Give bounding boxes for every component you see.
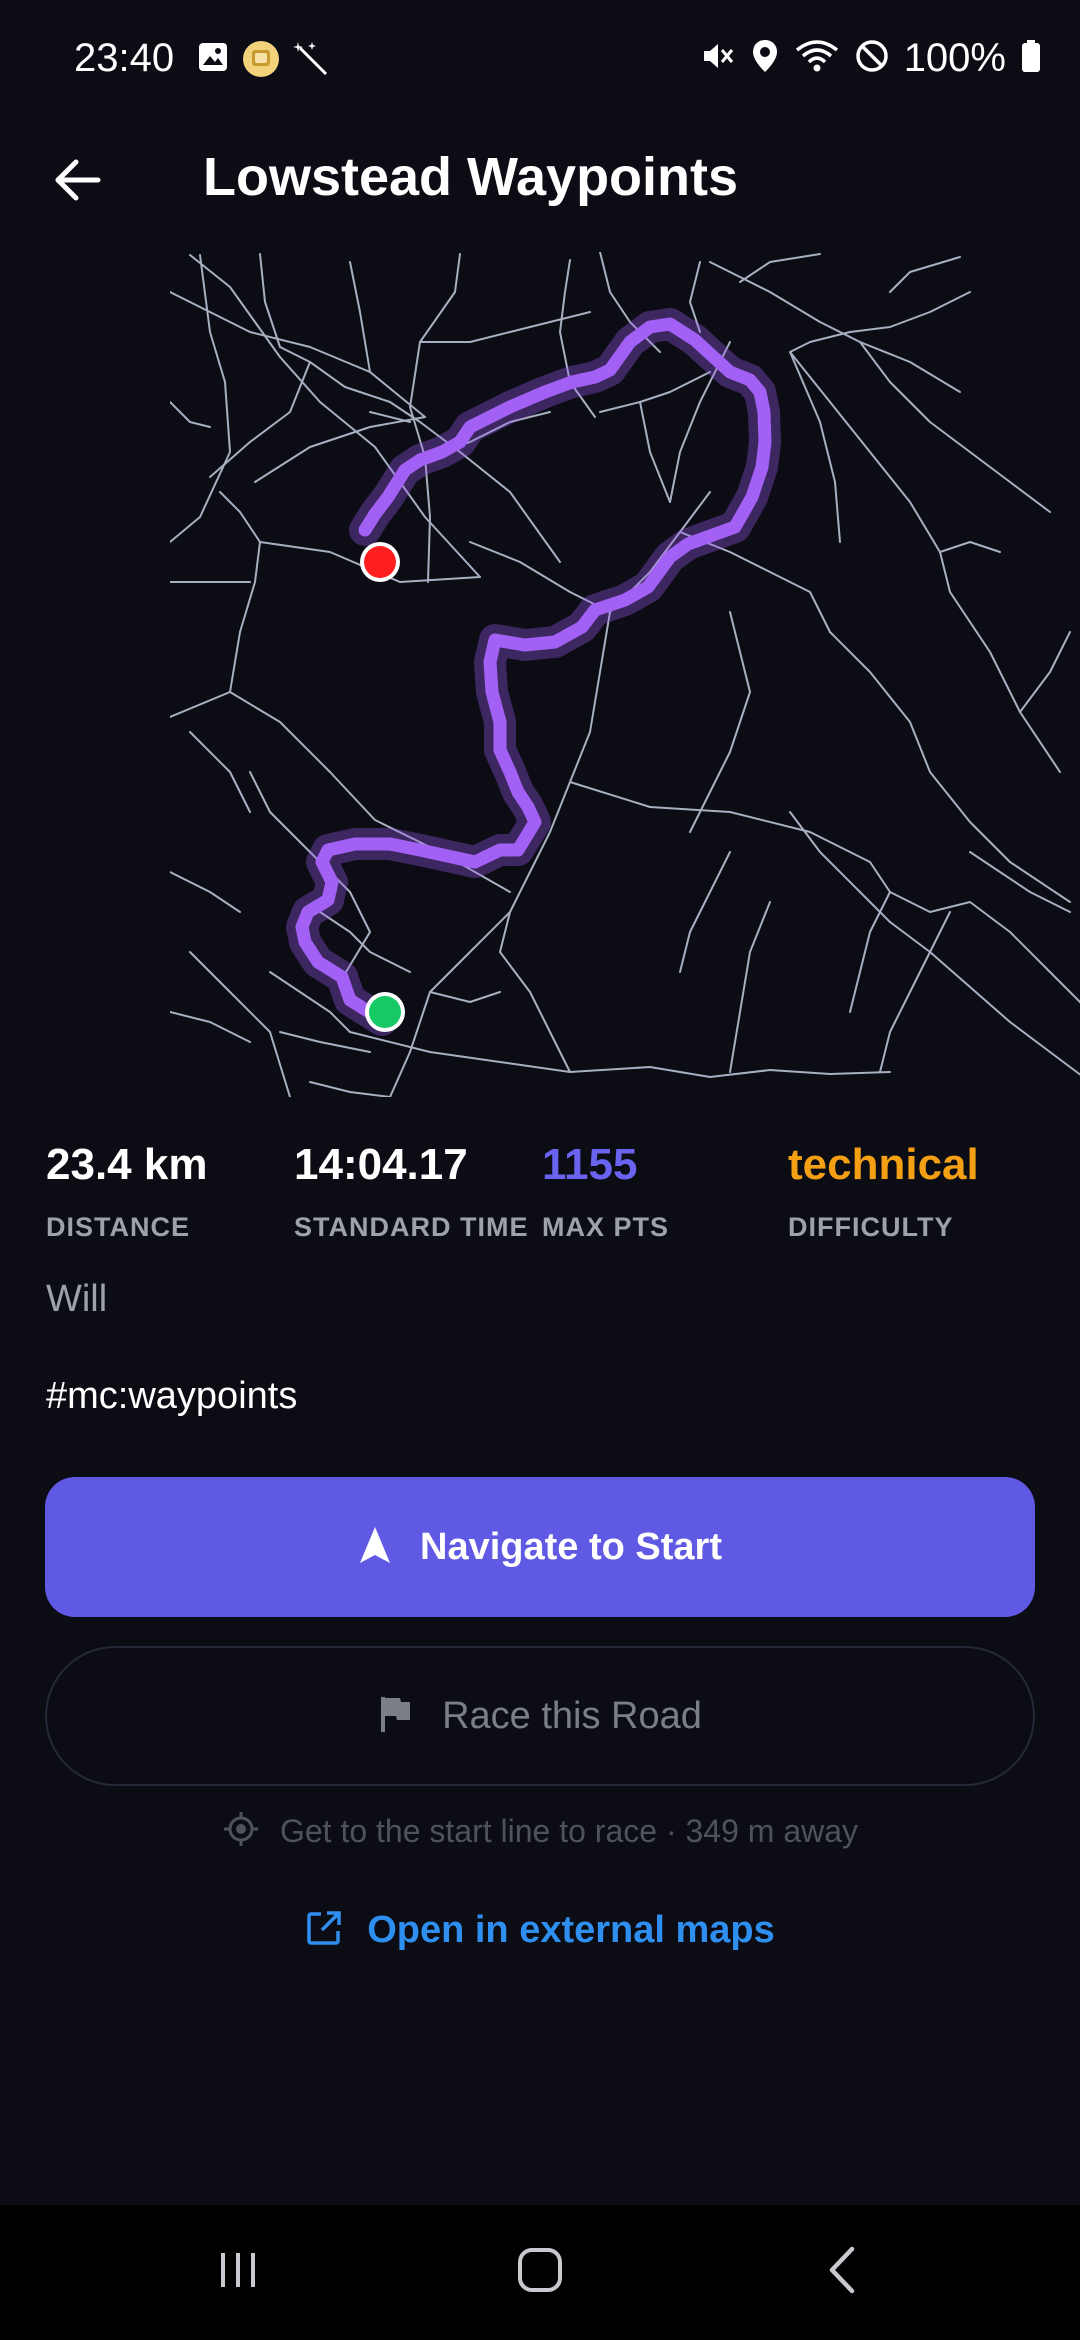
author-name: Will: [46, 1278, 108, 1320]
route-tag: #mc:waypoints: [46, 1375, 298, 1417]
open-external-maps-label: Open in external maps: [367, 1908, 775, 1951]
home-button[interactable]: [440, 2205, 640, 2340]
open-external-icon: [305, 1909, 343, 1952]
recents-icon: [215, 2247, 261, 2298]
status-right-icons: 100%: [700, 36, 1042, 81]
distance-label: DISTANCE: [46, 1212, 191, 1242]
mute-icon: [700, 38, 736, 79]
gallery-icon: [196, 40, 230, 85]
route-line: [295, 317, 772, 1027]
flag-icon: [378, 1694, 412, 1739]
magic-wand-icon: [292, 40, 332, 85]
stat-standard-time: 14:04.17 STANDARD TIME: [294, 1140, 528, 1243]
stat-difficulty: technical DIFFICULTY: [788, 1140, 979, 1243]
standard-time-value: 14:04.17: [294, 1140, 468, 1189]
max-pts-label: MAX PTS: [542, 1212, 670, 1242]
race-this-road-label: Race this Road: [442, 1694, 702, 1737]
open-external-maps-link[interactable]: Open in external maps: [0, 1900, 1080, 1960]
standard-time-label: STANDARD TIME: [294, 1212, 529, 1242]
navigate-to-start-label: Navigate to Start: [420, 1525, 722, 1568]
route-map[interactable]: [170, 252, 1080, 1097]
battery-percent: 100%: [903, 36, 1006, 80]
page-title: Lowstead Waypoints: [203, 147, 739, 207]
distance-value: 23.4 km: [46, 1140, 208, 1189]
nav-back-icon: [822, 2245, 862, 2300]
home-icon: [515, 2245, 565, 2300]
location-icon: [750, 38, 780, 79]
race-this-road-button[interactable]: Race this Road: [45, 1646, 1035, 1786]
status-time: 23:40: [74, 36, 175, 80]
app-badge-icon: [242, 40, 280, 85]
start-line-hint-text: Get to the start line to race · 349 m aw…: [279, 1812, 859, 1849]
navigation-arrow-icon: [358, 1525, 392, 1570]
stat-distance: 23.4 km DISTANCE: [46, 1140, 207, 1243]
system-nav-bar: [0, 2205, 1080, 2340]
route-glow: [286, 308, 781, 1036]
app-header: Lowstead Waypoints: [0, 124, 1080, 234]
stat-max-pts: 1155 MAX PTS: [542, 1140, 669, 1243]
difficulty-value: technical: [788, 1140, 979, 1189]
do-not-disturb-icon: [854, 38, 890, 79]
status-left-icons: [196, 40, 332, 85]
battery-icon: [1020, 38, 1042, 79]
difficulty-label: DIFFICULTY: [788, 1212, 954, 1242]
recents-button[interactable]: [138, 2205, 338, 2340]
arrow-left-icon: [52, 154, 104, 211]
finish-marker: [360, 542, 400, 582]
nav-back-button[interactable]: [742, 2205, 942, 2340]
wifi-icon: [794, 38, 840, 79]
screen: 23:40 100% Lowstead Waypoints 23.4 km DI…: [0, 0, 1080, 2340]
max-pts-value: 1155: [542, 1140, 638, 1189]
start-marker: [365, 992, 405, 1032]
navigate-to-start-button[interactable]: Navigate to Start: [45, 1477, 1035, 1617]
gps-target-icon: [222, 1810, 260, 1853]
back-button[interactable]: [40, 144, 116, 220]
route-stats: 23.4 km DISTANCE 14:04.17 STANDARD TIME …: [0, 1140, 1080, 1260]
status-bar: 23:40 100%: [0, 0, 1080, 124]
start-line-hint: Get to the start line to race · 349 m aw…: [0, 1806, 1080, 1856]
